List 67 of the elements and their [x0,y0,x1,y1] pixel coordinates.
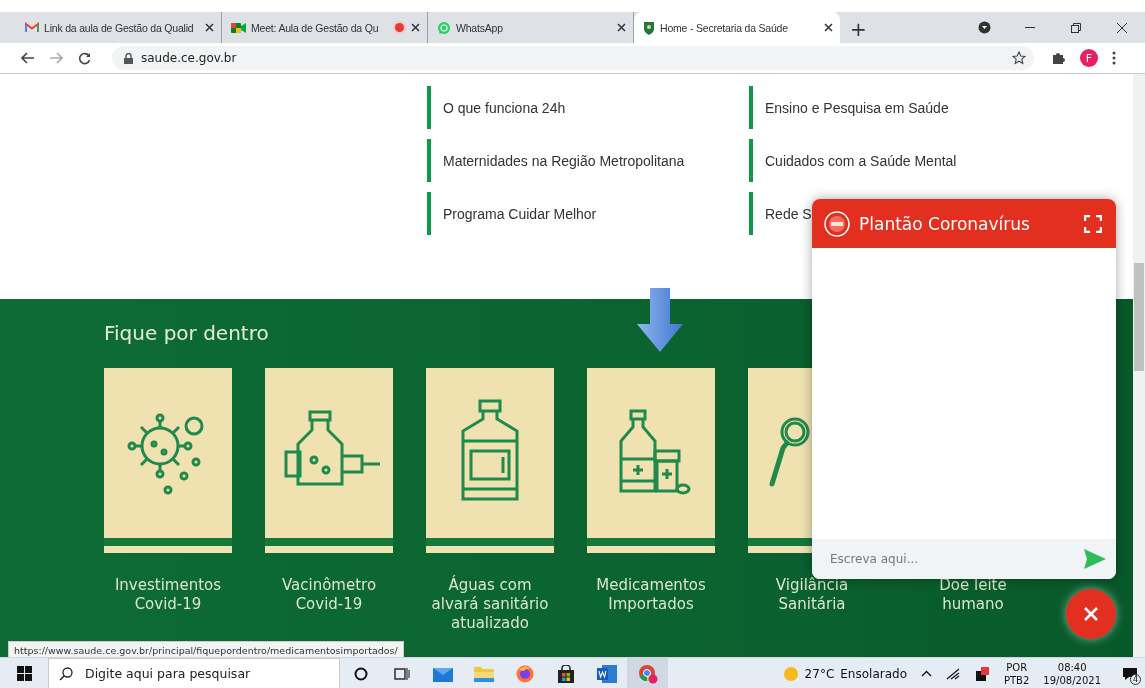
back-arrow-icon[interactable] [21,52,35,64]
card-label[interactable]: Medicamentos Importados [576,576,726,614]
nav-link[interactable]: O que funciona 24h [427,86,566,129]
section-heading: Fique por dentro [104,321,270,347]
sun-icon [782,665,799,682]
close-icon[interactable] [409,21,421,34]
browser-tab[interactable]: Meet: Aula de Gestão da Qu [222,12,428,43]
tab-title: WhatsApp [456,21,504,34]
clock[interactable]: 08:40 19/08/2021 [1043,660,1101,687]
browser-icon[interactable] [627,657,668,688]
mail-icon [25,22,39,33]
menu-icon[interactable] [1112,51,1116,65]
dropdown-icon[interactable] [977,21,991,34]
profile-avatar[interactable]: F [1080,49,1098,67]
speech-bubble-icon [1122,666,1138,681]
card-label[interactable]: Vigilância Sanitária [737,576,887,614]
restore-icon[interactable] [1071,22,1081,33]
fullscreen-icon[interactable] [1084,214,1102,233]
star-icon[interactable] [1012,51,1026,65]
nav-link[interactable]: Ensino e Pesquisa em Saúde [749,86,949,129]
message-input[interactable]: Escreva aqui... [828,551,1084,567]
chat-title: Plantão Coronavírus [859,213,1031,234]
caret-icon[interactable] [921,670,932,677]
card-tile[interactable] [426,368,554,553]
search-placeholder: Digite aqui para pesquisar [85,666,251,681]
url-text: saude.ce.gov.br [141,51,238,65]
shield-icon [643,20,655,35]
language-indicator[interactable]: POR PTB2 [1004,660,1030,687]
search-icon [59,666,73,681]
tab-title: Home - Secretaria da Saúde [660,21,789,34]
lock-icon [124,52,133,64]
browser-tab[interactable]: Link da aula de Gestão da Qualid [16,12,222,43]
card-label[interactable]: Vacinômetro Covid-19 [254,576,404,614]
network-alert-icon[interactable] [974,666,990,681]
tab-title: Meet: Aula de Gestão da Qu [251,21,380,34]
card-tile[interactable] [104,368,232,553]
minimize-icon[interactable] [1025,26,1035,29]
search-field[interactable]: Digite aqui para pesquisar [48,657,340,688]
close-icon[interactable] [1117,22,1127,33]
chat-bubble-icon [437,20,451,35]
close-icon[interactable] [822,21,834,34]
close-icon[interactable] [615,21,627,34]
card-tile[interactable] [265,368,393,553]
card-label[interactable]: Investimentos Covid-19 [93,576,243,614]
close-icon[interactable] [203,21,215,34]
down-arrow-icon [637,288,683,352]
close-icon [1084,607,1098,621]
card-tile[interactable] [587,368,715,553]
nav-link[interactable]: Cuidados com a Saúde Mental [749,139,957,182]
nav-link[interactable]: Programa Cuidar Melhor [427,192,597,235]
wifi-icon[interactable] [946,667,960,680]
new-tab-button[interactable]: + [850,19,867,39]
tab-title: Link da aula de Gestão da Qualid [44,21,195,34]
card-label[interactable]: Águas com alvará sanitário atualizado [415,576,565,633]
address-bar[interactable]: saude.ce.gov.br [112,46,1034,70]
magnifier-icon [768,416,810,488]
logo-icon [824,210,850,237]
windows-logo-icon[interactable] [16,666,32,681]
browser-tab[interactable]: Home - Secretaria da Saúde [634,12,840,43]
weather-text: Ensolarado [840,666,907,681]
puzzle-icon[interactable] [1052,51,1066,65]
scrollbar[interactable] [1133,74,1145,657]
reload-icon[interactable] [77,51,91,65]
nav-link[interactable]: Maternidades na Região Metropolitana [427,139,685,182]
camera-icon [231,21,246,34]
temperature: 27°C [804,666,835,681]
status-url: https://www.saude.ce.gov.br/principal/fiquepordentro/medicamentosimportados/ [8,641,404,657]
